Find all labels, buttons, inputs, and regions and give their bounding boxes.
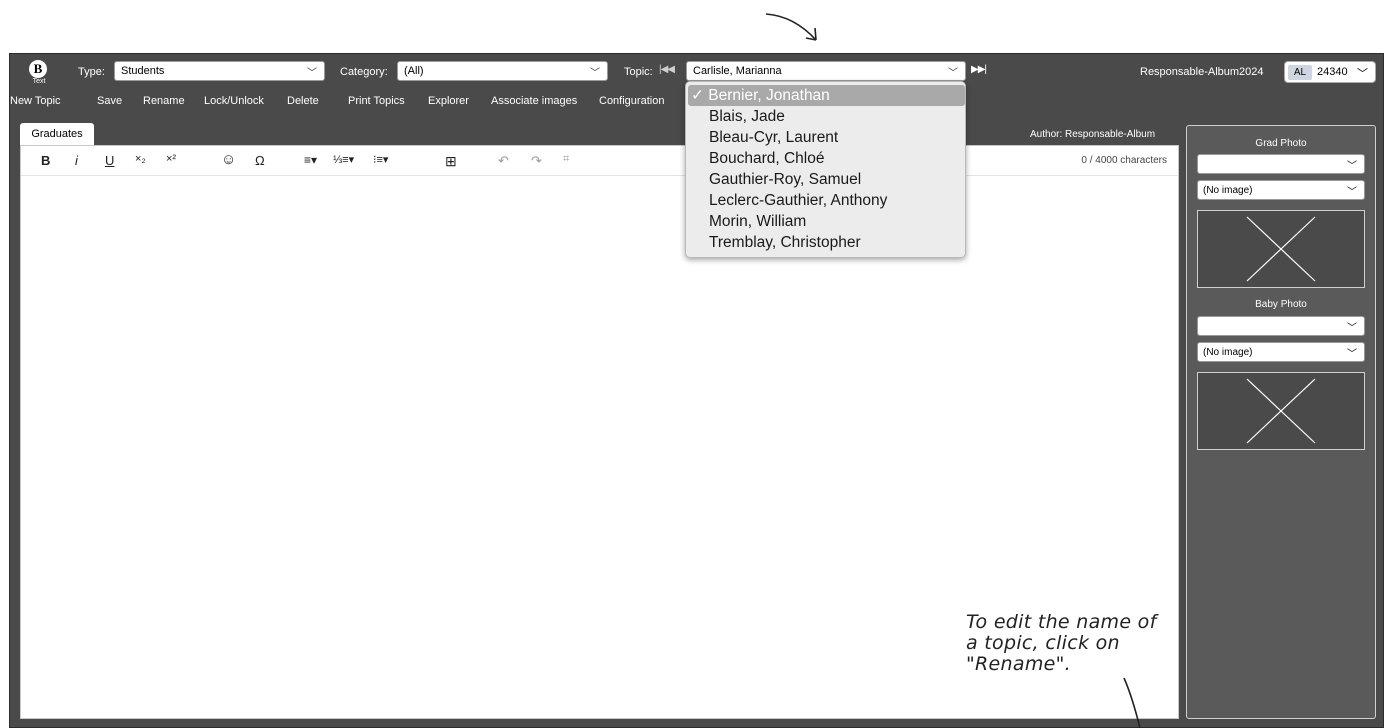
topic-option[interactable]: Bouchard, Chloé	[686, 148, 965, 169]
menu-explorer[interactable]: Explorer	[428, 95, 469, 107]
category-select[interactable]: (All) ﹀	[397, 61, 608, 81]
no-image-icon	[1246, 216, 1316, 282]
account-select[interactable]: AL 24340 ﹀	[1284, 61, 1376, 83]
app-logo: B Text	[29, 60, 49, 86]
chevron-down-icon: ﹀	[1347, 161, 1357, 172]
topic-option[interactable]: Bleau-Cyr, Laurent	[686, 127, 965, 148]
grad-image-select[interactable]: (No image) ﹀	[1197, 180, 1365, 200]
type-select[interactable]: Students ﹀	[114, 61, 325, 81]
special-char-icon[interactable]: Ω	[255, 153, 265, 168]
baby-photo-placeholder[interactable]	[1197, 372, 1365, 450]
baby-photo-select[interactable]: ﹀	[1197, 316, 1365, 336]
baby-image-select-value: (No image)	[1203, 347, 1253, 358]
undo-icon[interactable]: ↶	[498, 153, 509, 169]
account-tag: AL	[1288, 65, 1312, 80]
chevron-down-icon: ﹀	[590, 68, 600, 79]
menu-new-topic[interactable]: New Topic	[10, 95, 61, 107]
chevron-down-icon: ﹀	[307, 68, 317, 79]
menu-associate-images[interactable]: Associate images	[491, 95, 577, 107]
subscript-button[interactable]: ×₂	[135, 153, 146, 165]
no-image-icon	[1246, 378, 1316, 444]
topic-option[interactable]: Blais, Jade	[686, 106, 965, 127]
menu-save[interactable]: Save	[97, 95, 122, 107]
editor-toolbar: B i U ×₂ ×² ☺ Ω ≡▾ ⅓≡▾ ⁝≡▾ ⊞ ↶ ↷ ⌗ 0 / 4…	[21, 146, 1178, 176]
character-count: 0 / 4000 characters	[1081, 155, 1167, 166]
table-icon[interactable]: ⊞	[445, 153, 457, 170]
category-label: Category:	[340, 66, 388, 78]
underline-button[interactable]: U	[105, 153, 114, 168]
italic-button[interactable]: i	[75, 153, 78, 168]
topic-dropdown-list: ✓ Bernier, Jonathan Blais, Jade Bleau-Cy…	[685, 81, 966, 258]
grad-photo-title: Grad Photo	[1255, 138, 1307, 149]
topic-option[interactable]: Tremblay, Christopher	[686, 232, 965, 253]
topic-option[interactable]: Gauthier-Roy, Samuel	[686, 169, 965, 190]
menu-rename[interactable]: Rename	[143, 95, 185, 107]
topic-option[interactable]: Morin, William	[686, 211, 965, 232]
topic-option-label: Bernier, Jonathan	[708, 87, 830, 104]
topic-option-selected[interactable]: ✓ Bernier, Jonathan	[688, 85, 965, 106]
menu-print-topics[interactable]: Print Topics	[348, 95, 405, 107]
baby-photo-title: Baby Photo	[1255, 299, 1307, 310]
menu-configuration[interactable]: Configuration	[599, 95, 664, 107]
logo-caption: Text	[32, 78, 46, 85]
tab-graduates[interactable]: Graduates	[20, 123, 94, 145]
bold-button[interactable]: B	[41, 153, 50, 168]
chevron-down-icon: ﹀	[948, 68, 958, 79]
logo-letter: B	[29, 60, 47, 78]
author-label: Author: Responsable-Album	[1030, 129, 1156, 140]
redo-icon[interactable]: ↷	[531, 153, 542, 169]
type-select-value: Students	[121, 65, 165, 77]
emoji-icon[interactable]: ☺	[221, 151, 236, 168]
photo-panel: Grad Photo ﹀ (No image) ﹀ Baby Photo ﹀ (…	[1186, 125, 1376, 719]
chevron-down-icon: ﹀	[1347, 323, 1357, 334]
ordered-list-icon[interactable]: ⅓≡▾	[333, 153, 354, 166]
grad-photo-placeholder[interactable]	[1197, 210, 1365, 288]
grad-photo-select[interactable]: ﹀	[1197, 154, 1365, 174]
align-icon[interactable]: ≡▾	[304, 153, 317, 167]
next-last-icon[interactable]: ▶▶|	[971, 64, 987, 75]
chevron-down-icon: ﹀	[1347, 187, 1357, 198]
category-select-value: (All)	[404, 65, 424, 77]
arrow-annotation	[765, 13, 817, 41]
menu-lock-unlock[interactable]: Lock/Unlock	[204, 95, 264, 107]
topic-label: Topic:	[624, 66, 653, 78]
topic-select[interactable]: Carlisle, Marianna ﹀	[686, 61, 966, 81]
topic-select-value: Carlisle, Marianna	[693, 65, 782, 77]
menu-delete[interactable]: Delete	[287, 95, 319, 107]
account-name: Responsable-Album2024	[1140, 66, 1264, 78]
account-number: 24340	[1317, 66, 1348, 78]
chevron-down-icon: ﹀	[1357, 68, 1368, 80]
first-prev-icon[interactable]: |◀◀	[659, 64, 675, 75]
grad-image-select-value: (No image)	[1203, 185, 1253, 196]
bullet-list-icon[interactable]: ⁝≡▾	[373, 153, 388, 166]
chevron-down-icon: ﹀	[1347, 349, 1357, 360]
select-all-icon[interactable]: ⌗	[563, 153, 569, 166]
superscript-button[interactable]: ×²	[166, 153, 176, 165]
baby-image-select[interactable]: (No image) ﹀	[1197, 342, 1365, 362]
topic-option[interactable]: Leclerc-Gauthier, Anthony	[686, 190, 965, 211]
help-note: To edit the name of a topic, click on "R…	[966, 611, 1157, 675]
type-label: Type:	[78, 66, 105, 78]
pointer-line-icon	[1123, 677, 1141, 728]
